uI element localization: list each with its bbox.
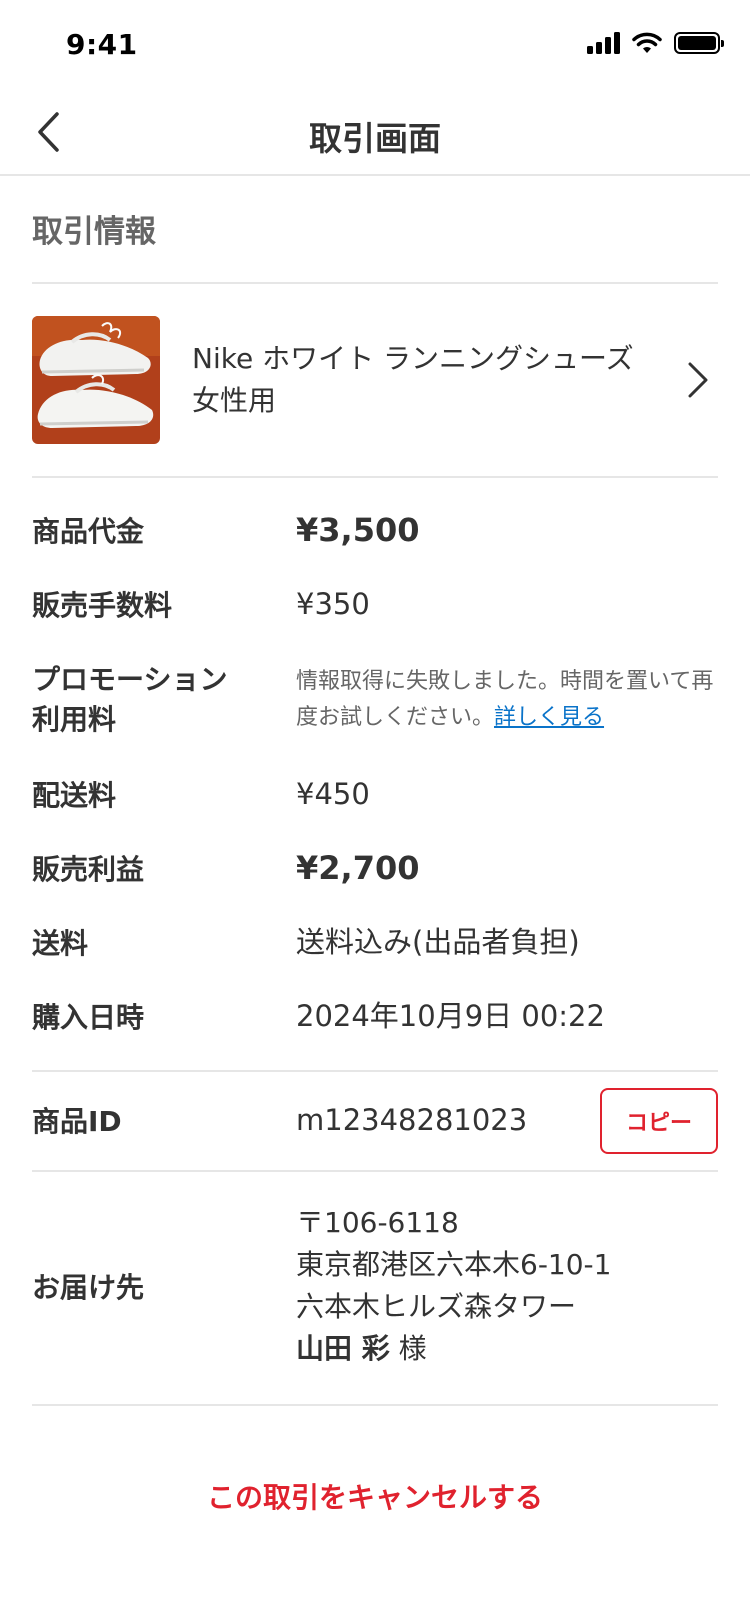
purchase-date-value: 2024年10月9日 00:22 [296, 999, 605, 1033]
address-line2: 六本木ヒルズ森タワー [296, 1290, 577, 1323]
status-bar: 9:41 [0, 0, 750, 88]
profit-label: 販売利益 [32, 853, 145, 886]
product-row[interactable]: Nike ホワイト ランニングシューズ 女性用 [32, 316, 718, 444]
item-id-value: m12348281023 [296, 1103, 528, 1137]
shipping-value: 送料込み(出品者負担) [296, 925, 580, 959]
delivery-fee-label: 配送料 [32, 779, 117, 812]
page-title: 取引画面 [309, 119, 441, 158]
battery-icon [674, 32, 724, 54]
chevron-right-icon [678, 350, 718, 410]
divider [32, 282, 718, 284]
item-id-label: 商品ID [32, 1105, 122, 1138]
fee-value: ¥350 [296, 587, 370, 621]
details-link[interactable]: 詳しく見る [494, 705, 604, 730]
address-label: お届け先 [32, 1271, 145, 1304]
divider [32, 1170, 718, 1172]
promotion-error: 情報取得に失敗しました。時間を置いて再度お試しください。詳しく見る [296, 664, 716, 736]
signal-icon [587, 32, 620, 54]
price-label: 商品代金 [32, 515, 145, 548]
divider [32, 1404, 718, 1406]
fee-label: 販売手数料 [32, 589, 173, 622]
section-title: 取引情報 [32, 214, 156, 250]
shipping-address: 〒106-6118 東京都港区六本木6-10-1 六本木ヒルズ森タワー 山田 彩… [296, 1202, 611, 1370]
status-time: 9:41 [66, 28, 138, 61]
status-icons [587, 32, 724, 54]
promotion-label-line1: プロモーション [32, 663, 228, 696]
profit-value: ¥2,700 [296, 849, 420, 887]
recipient: 山田 彩 様 [296, 1328, 611, 1370]
purchase-date-label: 購入日時 [32, 1001, 145, 1034]
price-value: ¥3,500 [296, 511, 420, 549]
wifi-icon [632, 32, 662, 53]
divider [32, 476, 718, 478]
navigation-bar: 取引画面 [0, 88, 750, 176]
recipient-name: 山田 彩 [296, 1332, 390, 1365]
product-thumbnail [32, 316, 160, 444]
address-postal: 〒106-6118 [296, 1206, 459, 1239]
copy-button[interactable]: コピー [600, 1088, 718, 1154]
cancel-transaction-button[interactable]: この取引をキャンセルする [0, 1476, 750, 1516]
divider [32, 1070, 718, 1072]
promotion-label-line2: 利用料 [32, 703, 117, 736]
product-name: Nike ホワイト ランニングシューズ 女性用 [192, 342, 634, 417]
shipping-label: 送料 [32, 927, 89, 960]
delivery-fee-value: ¥450 [296, 777, 370, 811]
address-line1: 東京都港区六本木6-10-1 [296, 1248, 612, 1281]
recipient-honorific: 様 [398, 1332, 427, 1365]
transaction-screen: 9:41 取引画面 取引情報 Nike ホワイト ランニングシューズ 女性用 商… [0, 0, 750, 1624]
